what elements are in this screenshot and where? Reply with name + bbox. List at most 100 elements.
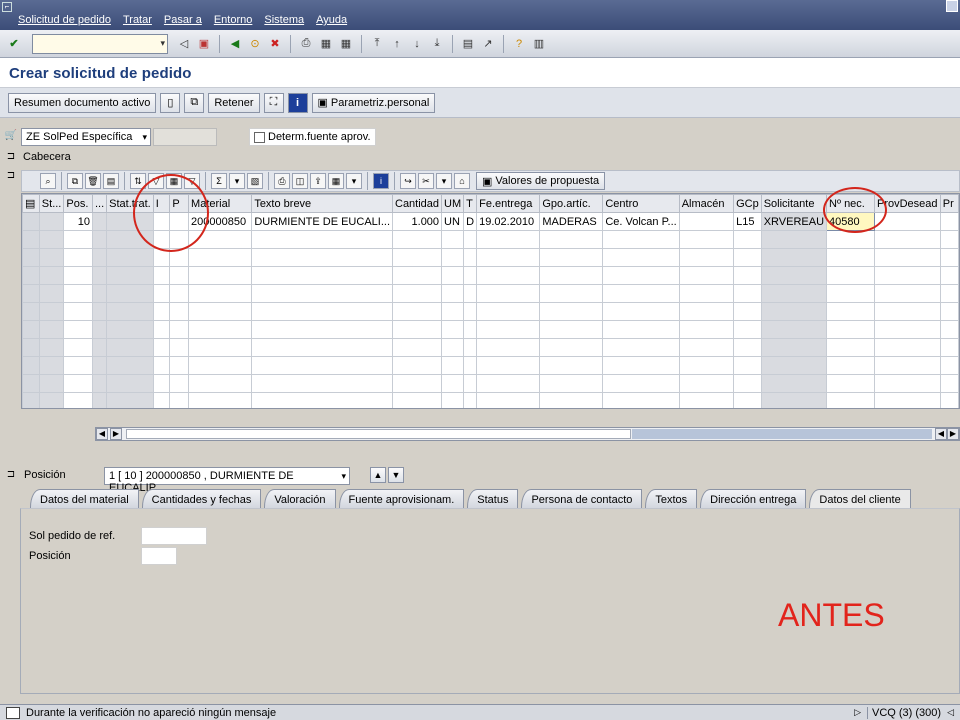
table-row[interactable] <box>22 266 959 285</box>
first-page-icon[interactable]: ⤒ <box>369 36 385 52</box>
table-cell[interactable] <box>602 248 680 267</box>
table-cell[interactable] <box>873 284 941 303</box>
table-cell[interactable] <box>441 284 465 303</box>
table-cell[interactable] <box>463 356 478 375</box>
table-cell[interactable] <box>152 356 171 375</box>
table-cell[interactable] <box>602 392 680 408</box>
paste-icon[interactable]: ▤ <box>103 173 119 189</box>
column-header[interactable]: Fe.entrega <box>476 194 541 213</box>
table-cell[interactable] <box>169 356 190 375</box>
table-cell[interactable] <box>169 284 190 303</box>
row-selector[interactable] <box>22 212 40 231</box>
table-cell[interactable] <box>251 356 393 375</box>
filter-icon[interactable]: ▽ <box>148 173 164 189</box>
table-row[interactable] <box>22 248 959 267</box>
table-cell[interactable] <box>539 320 604 339</box>
table-cell[interactable] <box>152 212 171 231</box>
table-cell[interactable] <box>152 248 171 267</box>
table-cell[interactable] <box>441 230 465 249</box>
row-selector[interactable] <box>22 266 40 285</box>
message-icon[interactable] <box>6 706 20 719</box>
table-cell[interactable]: D <box>463 212 478 231</box>
view-icon[interactable]: ◫ <box>292 173 308 189</box>
previous-page-icon[interactable]: ↑ <box>389 36 405 52</box>
table-cell[interactable] <box>476 392 541 408</box>
table-cell[interactable] <box>733 284 762 303</box>
menu-entorno[interactable]: Entorno <box>214 14 253 26</box>
table-cell[interactable] <box>539 392 604 408</box>
table-cell[interactable] <box>873 212 941 231</box>
table-cell[interactable] <box>63 356 93 375</box>
table-cell[interactable] <box>152 302 171 321</box>
table-cell[interactable] <box>826 338 875 357</box>
table-cell[interactable] <box>678 320 735 339</box>
table-cell[interactable] <box>939 284 959 303</box>
select-all-header[interactable]: ▤ <box>22 194 40 213</box>
table-cell[interactable] <box>463 248 478 267</box>
row-selector[interactable] <box>22 338 40 357</box>
scroll-left-button[interactable]: ◀ <box>96 428 108 440</box>
table-cell[interactable] <box>939 356 959 375</box>
personal-settings-button[interactable]: ▣ Parametriz.personal <box>311 92 436 113</box>
table-cell[interactable] <box>463 338 478 357</box>
position-input[interactable] <box>141 547 177 565</box>
table-cell[interactable] <box>602 266 680 285</box>
column-header[interactable]: T <box>463 194 478 213</box>
table-cell[interactable] <box>63 230 93 249</box>
table-row[interactable] <box>22 338 959 357</box>
table-cell[interactable] <box>939 320 959 339</box>
row-selector[interactable] <box>22 284 40 303</box>
table-cell[interactable] <box>391 248 443 267</box>
subtotal-icon[interactable]: ▾ <box>229 173 245 189</box>
table-cell[interactable] <box>441 266 465 285</box>
table-cell[interactable] <box>873 320 941 339</box>
table-cell[interactable]: L15 <box>733 212 762 231</box>
table-cell[interactable] <box>152 266 171 285</box>
table-cell[interactable] <box>441 302 465 321</box>
column-header[interactable]: Pr <box>939 194 959 213</box>
new-document-button[interactable]: ▯ <box>160 92 181 113</box>
table-cell[interactable] <box>939 392 959 408</box>
source-determination-checkbox[interactable] <box>254 131 265 143</box>
find-next-icon[interactable]: ▦ <box>338 36 354 52</box>
ref-order-input[interactable] <box>141 527 207 545</box>
table-cell[interactable] <box>873 392 941 408</box>
header-expand-icon[interactable]: ⊐ <box>3 150 19 164</box>
table-cell[interactable] <box>733 248 762 267</box>
table-cell[interactable] <box>476 338 541 357</box>
table-cell[interactable] <box>63 302 93 321</box>
table-cell[interactable] <box>463 392 478 408</box>
table-cell[interactable] <box>63 284 93 303</box>
table-cell[interactable] <box>441 356 465 375</box>
tab-fuente-aprovisionamiento[interactable]: Fuente aprovisionam. <box>338 489 465 509</box>
tab-datos-cliente[interactable]: Datos del cliente <box>809 489 911 509</box>
table-cell[interactable] <box>441 392 465 408</box>
row-selector[interactable] <box>22 320 40 339</box>
table-cell[interactable] <box>826 266 875 285</box>
items-expand-icon[interactable]: ⊐ <box>3 169 19 183</box>
column-header[interactable]: Cantidad <box>391 194 443 213</box>
table-cell[interactable] <box>169 392 190 408</box>
table-cell[interactable] <box>476 248 541 267</box>
table-cell[interactable] <box>188 248 253 267</box>
new-session-icon[interactable]: ▤ <box>460 36 476 52</box>
item-detail-expand-icon[interactable]: ⊐ <box>3 468 19 482</box>
info-button[interactable]: i <box>287 92 308 113</box>
scroll-track[interactable] <box>632 429 932 439</box>
column-header[interactable]: Nº nec. <box>826 194 875 213</box>
table-cell[interactable] <box>678 338 735 357</box>
column-header[interactable]: Centro <box>602 194 680 213</box>
system-menu-icon[interactable]: ⌐ <box>2 2 12 12</box>
table-cell[interactable] <box>441 338 465 357</box>
table-cell[interactable] <box>733 230 762 249</box>
table-cell[interactable] <box>539 374 604 393</box>
layout-icon[interactable]: ▦ <box>328 173 344 189</box>
enter-check-icon[interactable]: ✔ <box>6 36 22 52</box>
table-cell[interactable] <box>476 302 541 321</box>
column-header[interactable]: Texto breve <box>251 194 393 213</box>
table-row[interactable] <box>22 230 959 249</box>
org-structure-button[interactable]: ⛶ <box>263 92 284 113</box>
status-expand-icon[interactable]: ▷ <box>854 707 861 718</box>
table-cell[interactable] <box>63 320 93 339</box>
table-cell[interactable] <box>152 284 171 303</box>
